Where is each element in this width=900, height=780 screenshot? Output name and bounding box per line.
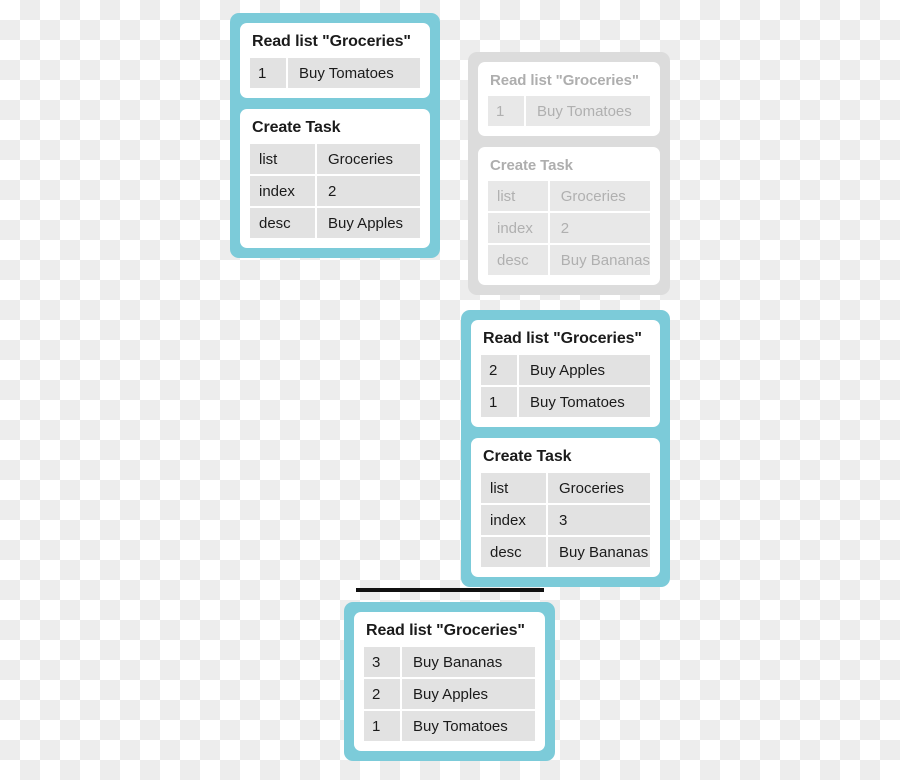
table-row: desc Buy Bananas — [488, 245, 650, 275]
row-index: 1 — [481, 387, 519, 417]
table-row: desc Buy Apples — [250, 208, 420, 238]
table-row: 1 Buy Tomatoes — [488, 96, 650, 126]
field-value: Groceries — [548, 473, 650, 505]
field-key: desc — [250, 208, 317, 238]
field-value: 2 — [549, 213, 650, 245]
table-row: list Groceries — [488, 181, 650, 213]
table-row: 1 Buy Tomatoes — [364, 711, 535, 741]
table-row: desc Buy Bananas — [481, 537, 650, 567]
field-key: list — [250, 144, 317, 176]
row-description: Buy Tomatoes — [402, 711, 535, 741]
card-title: Read list "Groceries" — [366, 622, 525, 639]
row-index: 2 — [364, 679, 402, 711]
card-title: Create Task — [490, 157, 573, 174]
read-list-table: 1 Buy Tomatoes — [250, 58, 420, 88]
card-title: Create Task — [483, 448, 572, 465]
field-key: list — [481, 473, 548, 505]
create-task-table: list Groceries index 3 desc Buy Bananas — [481, 473, 650, 567]
table-row: 2 Buy Apples — [481, 355, 650, 387]
table-row: 2 Buy Apples — [364, 679, 535, 711]
row-description: Buy Tomatoes — [519, 387, 650, 417]
field-value: 2 — [317, 176, 420, 208]
field-key: list — [488, 181, 550, 213]
step3-read-list-card: Read list "Groceries" 3 Buy Bananas 2 Bu… — [354, 612, 545, 751]
table-row: index 2 — [488, 213, 650, 245]
field-value: 3 — [548, 505, 650, 537]
read-list-table: 2 Buy Apples 1 Buy Tomatoes — [481, 355, 650, 417]
table-row: 1 Buy Tomatoes — [250, 58, 420, 88]
row-index: 1 — [364, 711, 402, 741]
ghost-read-list-card: Read list "Groceries" 1 Buy Tomatoes — [478, 62, 660, 136]
card-title: Read list "Groceries" — [483, 330, 642, 347]
table-row: 3 Buy Bananas — [364, 647, 535, 679]
row-index: 3 — [364, 647, 402, 679]
card-title: Read list "Groceries" — [490, 72, 639, 89]
row-index: 1 — [488, 96, 526, 126]
field-key: index — [481, 505, 548, 537]
table-row: index 2 — [250, 176, 420, 208]
step2-create-task-card: Create Task list Groceries index 3 desc … — [471, 438, 660, 577]
table-row: index 3 — [481, 505, 650, 537]
step1-panel: Read list "Groceries" 1 Buy Tomatoes Cre… — [230, 13, 440, 258]
step2-read-list-card: Read list "Groceries" 2 Buy Apples 1 Buy… — [471, 320, 660, 427]
row-description: Buy Apples — [402, 679, 535, 711]
row-description: Buy Tomatoes — [288, 58, 420, 88]
read-list-table: 3 Buy Bananas 2 Buy Apples 1 Buy Tomatoe… — [364, 647, 535, 741]
table-row: 1 Buy Tomatoes — [481, 387, 650, 417]
step1-create-task-card: Create Task list Groceries index 2 desc … — [240, 109, 430, 248]
field-key: index — [488, 213, 550, 245]
field-value: Groceries — [549, 181, 650, 213]
table-row: list Groceries — [250, 144, 420, 176]
field-value: Buy Bananas — [549, 245, 650, 275]
step3-panel: Read list "Groceries" 3 Buy Bananas 2 Bu… — [344, 602, 555, 761]
read-list-table: 1 Buy Tomatoes — [488, 96, 650, 126]
card-title: Create Task — [252, 119, 341, 136]
field-key: desc — [488, 245, 550, 275]
field-value: Buy Apples — [317, 208, 420, 238]
step2-panel: Read list "Groceries" 2 Buy Apples 1 Buy… — [461, 310, 670, 587]
row-index: 1 — [250, 58, 288, 88]
ghost-conflict-panel: Read list "Groceries" 1 Buy Tomatoes Cre… — [468, 52, 670, 295]
create-task-table: list Groceries index 2 desc Buy Bananas — [488, 181, 650, 275]
field-value: Buy Bananas — [548, 537, 650, 567]
step1-read-list-card: Read list "Groceries" 1 Buy Tomatoes — [240, 23, 430, 98]
horizontal-divider — [356, 588, 544, 592]
create-task-table: list Groceries index 2 desc Buy Apples — [250, 144, 420, 238]
field-key: index — [250, 176, 317, 208]
row-description: Buy Apples — [519, 355, 650, 387]
row-index: 2 — [481, 355, 519, 387]
row-description: Buy Tomatoes — [526, 96, 650, 126]
row-description: Buy Bananas — [402, 647, 535, 679]
table-row: list Groceries — [481, 473, 650, 505]
ghost-create-task-card: Create Task list Groceries index 2 desc … — [478, 147, 660, 285]
field-key: desc — [481, 537, 548, 567]
field-value: Groceries — [317, 144, 420, 176]
card-title: Read list "Groceries" — [252, 33, 411, 50]
